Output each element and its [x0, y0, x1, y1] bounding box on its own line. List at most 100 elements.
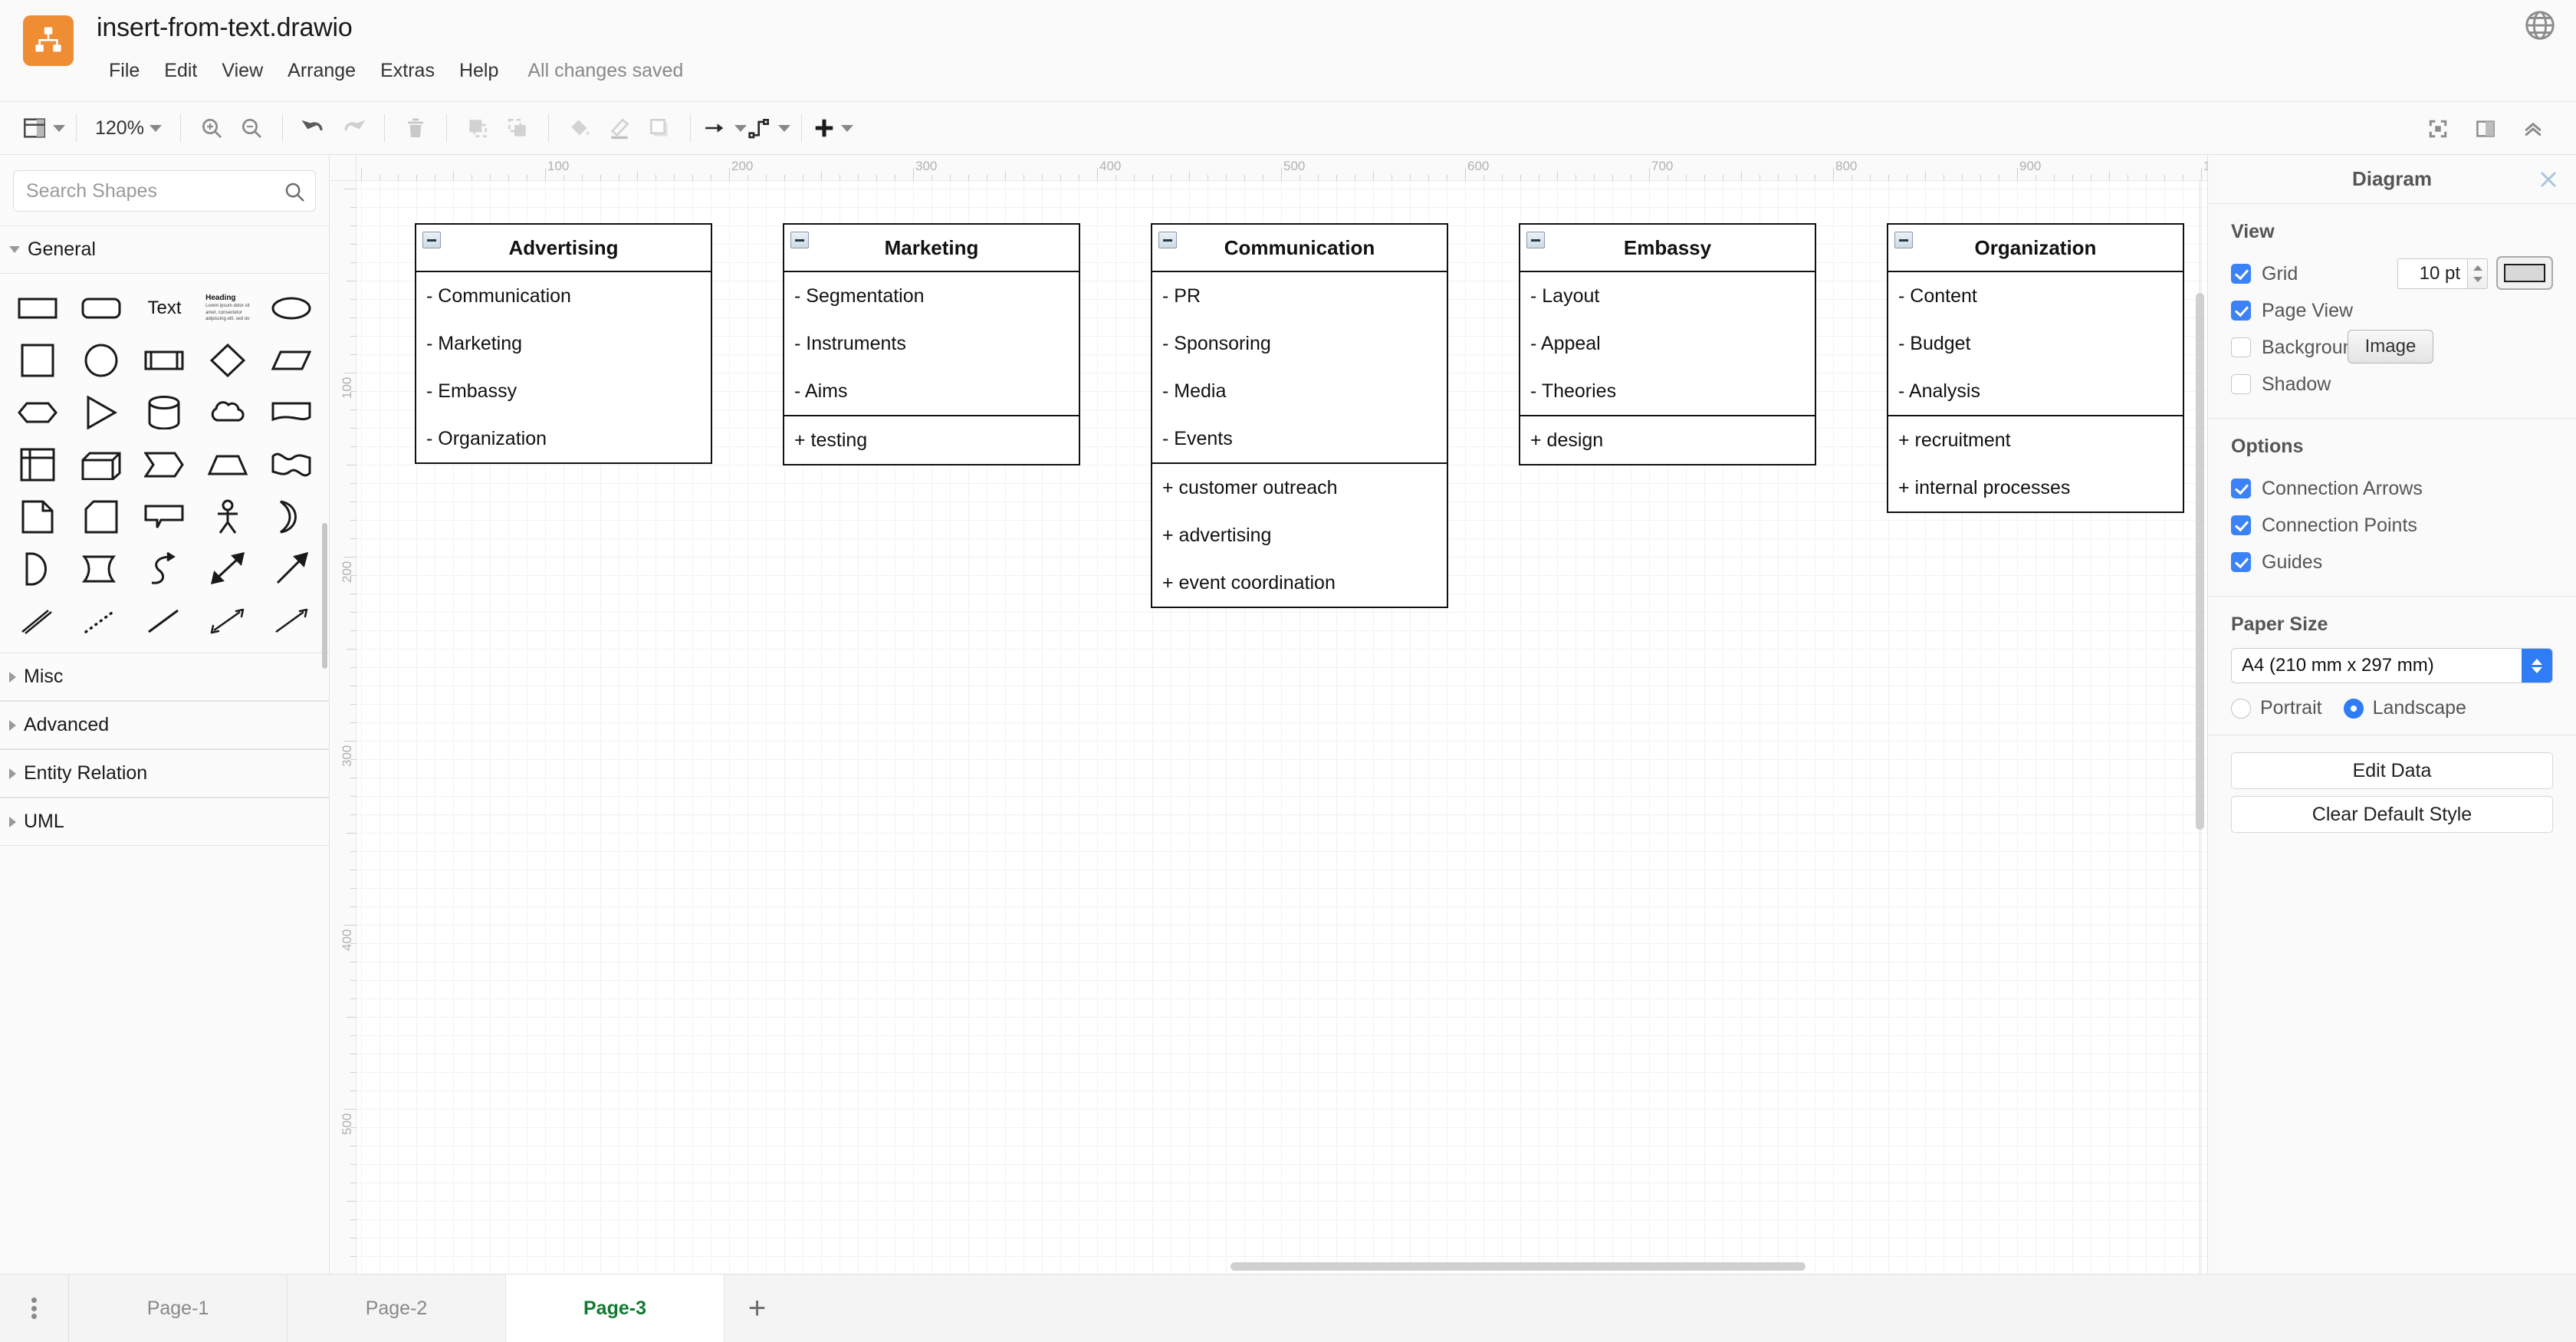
close-icon[interactable] [2538, 169, 2559, 190]
sidebar-section-misc[interactable]: Misc [0, 653, 329, 701]
shape-cylinder[interactable] [133, 389, 196, 436]
shape-dashed-double-line[interactable] [6, 597, 70, 645]
shape-diamond[interactable] [196, 337, 260, 384]
uml-class-marketing[interactable]: Marketing - Segmentation - Instruments -… [783, 223, 1080, 465]
fullscreen-icon[interactable] [2418, 109, 2458, 149]
page-view-checkbox[interactable] [2231, 301, 2251, 321]
select-arrows-icon[interactable] [2522, 649, 2552, 683]
edge-style-icon[interactable] [747, 108, 790, 148]
shape-internal-storage[interactable] [6, 441, 70, 488]
edit-data-button[interactable]: Edit Data [2231, 752, 2553, 789]
menu-edit[interactable]: Edit [152, 57, 209, 85]
shape-bidirectional-arrow[interactable] [196, 545, 260, 593]
shape-rounded-rectangle[interactable] [70, 285, 133, 332]
page-menu-icon[interactable] [0, 1275, 69, 1342]
menu-arrange[interactable]: Arrange [275, 57, 368, 85]
shape-step[interactable] [133, 441, 196, 488]
shape-arrow[interactable] [259, 545, 323, 593]
guides-checkbox[interactable] [2231, 552, 2251, 572]
shape-trapezoid[interactable] [196, 441, 260, 488]
shape-curve[interactable] [133, 545, 196, 593]
format-panel-icon[interactable] [2466, 109, 2505, 149]
stepper-down-icon[interactable] [2473, 277, 2482, 282]
canvas-vertical-scrollbar[interactable] [2196, 293, 2204, 830]
uml-class-organization[interactable]: Organization - Content - Budget - Analys… [1887, 223, 2184, 513]
shape-bidirectional-line-arrow[interactable] [196, 597, 260, 645]
landscape-radio[interactable] [2344, 699, 2364, 719]
collapse-minus-icon[interactable] [1158, 232, 1177, 248]
uml-class-advertising[interactable]: Advertising - Communication - Marketing … [415, 223, 712, 464]
undo-icon[interactable] [294, 108, 334, 148]
shape-callout[interactable] [133, 493, 196, 541]
connection-arrows-checkbox[interactable] [2231, 479, 2251, 498]
background-checkbox[interactable] [2231, 337, 2251, 357]
shape-parallelogram[interactable] [259, 337, 323, 384]
stepper-up-icon[interactable] [2473, 265, 2482, 271]
zoom-in-icon[interactable] [192, 108, 232, 148]
menu-help[interactable]: Help [447, 57, 511, 85]
connection-arrow-icon[interactable] [702, 108, 747, 148]
page-tab-3[interactable]: Page-3 [506, 1275, 724, 1342]
shape-circle[interactable] [70, 337, 133, 384]
menu-extras[interactable]: Extras [368, 57, 447, 85]
shape-or[interactable] [259, 493, 323, 541]
sidebar-section-uml[interactable]: UML [0, 798, 329, 846]
shape-tape[interactable] [259, 441, 323, 488]
diagram-page-surface[interactable]: Advertising - Communication - Marketing … [356, 181, 2207, 1274]
shape-document[interactable] [259, 389, 323, 436]
sidebar-section-general[interactable]: General [0, 225, 329, 274]
shape-line[interactable] [133, 597, 196, 645]
portrait-radio[interactable] [2231, 699, 2251, 719]
page-tab-2[interactable]: Page-2 [288, 1275, 506, 1342]
shape-dotted-line[interactable] [70, 597, 133, 645]
page-tab-1[interactable]: Page-1 [69, 1275, 288, 1342]
shape-cloud[interactable] [196, 389, 260, 436]
shape-square[interactable] [6, 337, 70, 384]
search-box[interactable] [13, 170, 316, 212]
add-page-icon[interactable]: + [724, 1275, 790, 1342]
shapes-panel-scrollbar[interactable] [322, 523, 327, 669]
globe-icon[interactable] [2522, 8, 2558, 43]
collapse-minus-icon[interactable] [790, 232, 809, 248]
shape-textbox[interactable]: Heading Lorem ipsum dolor sit amet, cons… [196, 285, 260, 332]
insert-plus-icon[interactable] [813, 108, 853, 148]
shape-process[interactable] [133, 337, 196, 384]
canvas-area[interactable]: 1002003004005006007008009001000 10020030… [330, 155, 2207, 1274]
shape-actor[interactable] [196, 493, 260, 541]
collapse-toolbar-icon[interactable] [2513, 109, 2553, 149]
shape-ellipse[interactable] [259, 285, 323, 332]
shape-triangle[interactable] [70, 389, 133, 436]
zoom-out-icon[interactable] [232, 108, 271, 148]
paper-size-select[interactable]: A4 (210 mm x 297 mm) [2231, 648, 2553, 683]
uml-class-communication[interactable]: Communication - PR - Sponsoring - Media … [1151, 223, 1448, 608]
connection-points-checkbox[interactable] [2231, 515, 2251, 535]
grid-checkbox[interactable] [2231, 264, 2251, 284]
collapse-minus-icon[interactable] [1526, 232, 1545, 248]
shadow-checkbox[interactable] [2231, 374, 2251, 394]
zoom-control[interactable]: 120% [87, 108, 169, 148]
shape-hexagon[interactable] [6, 389, 70, 436]
canvas-horizontal-scrollbar[interactable] [1230, 1262, 1806, 1271]
shape-text[interactable]: Text [133, 285, 196, 332]
search-shapes-input[interactable] [14, 171, 315, 211]
shape-cube[interactable] [70, 441, 133, 488]
menu-view[interactable]: View [209, 57, 275, 85]
shape-and[interactable] [6, 545, 70, 593]
grid-size-stepper[interactable] [2468, 258, 2488, 289]
sidebar-section-entity-relation[interactable]: Entity Relation [0, 749, 329, 798]
menu-file[interactable]: File [97, 57, 152, 85]
shape-card[interactable] [70, 493, 133, 541]
search-icon[interactable] [283, 180, 306, 207]
shape-directional-line-arrow[interactable] [259, 597, 323, 645]
sidebar-section-advanced[interactable]: Advanced [0, 701, 329, 749]
clear-default-style-button[interactable]: Clear Default Style [2231, 796, 2553, 833]
shape-note[interactable] [6, 493, 70, 541]
grid-size-input[interactable] [2397, 258, 2468, 289]
shape-data-storage[interactable] [70, 545, 133, 593]
grid-color-swatch[interactable] [2496, 256, 2553, 290]
shape-rectangle[interactable] [6, 285, 70, 332]
collapse-minus-icon[interactable] [422, 232, 441, 248]
collapse-minus-icon[interactable] [1894, 232, 1913, 248]
background-image-button[interactable]: Image [2348, 330, 2433, 363]
view-layout-icon[interactable] [21, 108, 65, 148]
